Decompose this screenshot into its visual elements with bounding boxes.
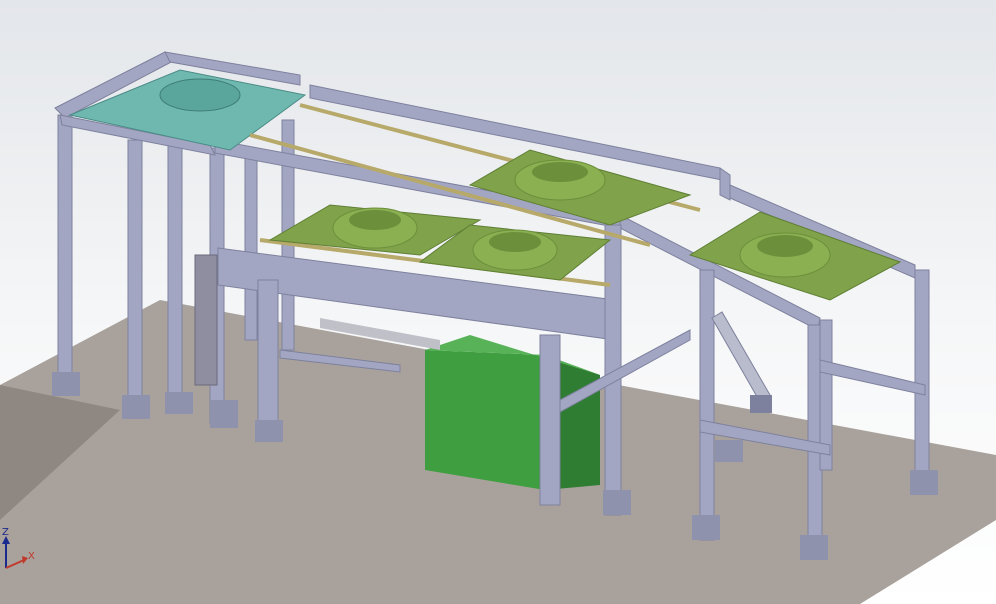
vertical-actuator[interactable] [194, 254, 218, 386]
coordinate-axes-icon [2, 536, 28, 569]
axis-z-label: Z [2, 527, 9, 538]
model-scene[interactable] [0, 0, 996, 604]
axis-x-label: X [28, 551, 35, 562]
pallet-plate-4[interactable] [688, 211, 902, 301]
graphics-viewport[interactable]: Z X [0, 0, 996, 604]
electrical-cabinet[interactable] [425, 335, 600, 490]
coordinate-triad: Z X [0, 520, 60, 604]
pneumatic-cylinder[interactable] [711, 311, 772, 413]
mesh-fixture-ring [159, 78, 241, 112]
